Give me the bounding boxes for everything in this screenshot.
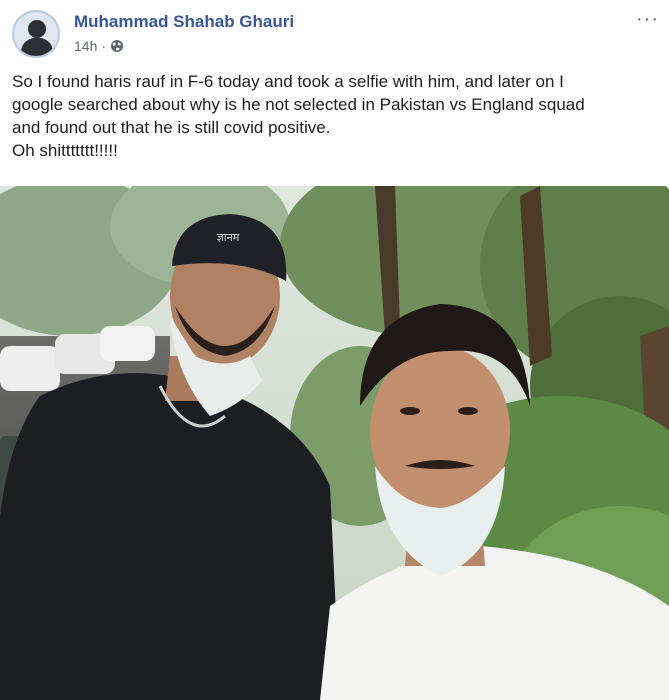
post-text-line: google searched about why is he not sele… [12,95,585,114]
post-text-line: So I found haris rauf in F-6 today and t… [12,72,564,91]
more-options-icon[interactable]: ··· [636,8,659,31]
post-meta: 14h · [74,38,124,54]
post-text-line: Oh shittttttt!!!!! [12,141,118,160]
post-text: So I found haris rauf in F-6 today and t… [12,70,652,162]
avatar-head [28,20,46,38]
facebook-post: Muhammad Shahab Ghauri 14h · ··· So I fo… [0,0,669,700]
post-text-line: and found out that he is still covid pos… [12,118,331,137]
post-header: Muhammad Shahab Ghauri 14h · ··· [0,0,669,70]
author-avatar[interactable] [12,10,60,58]
avatar-body [21,38,53,56]
post-photo[interactable]: ज्ञानम [0,186,669,700]
cap-logo: ज्ञानम [217,231,240,244]
author-name[interactable]: Muhammad Shahab Ghauri [74,12,294,32]
post-time[interactable]: 14h [74,38,97,54]
meta-separator: · [101,38,107,54]
globe-icon[interactable] [110,39,124,53]
